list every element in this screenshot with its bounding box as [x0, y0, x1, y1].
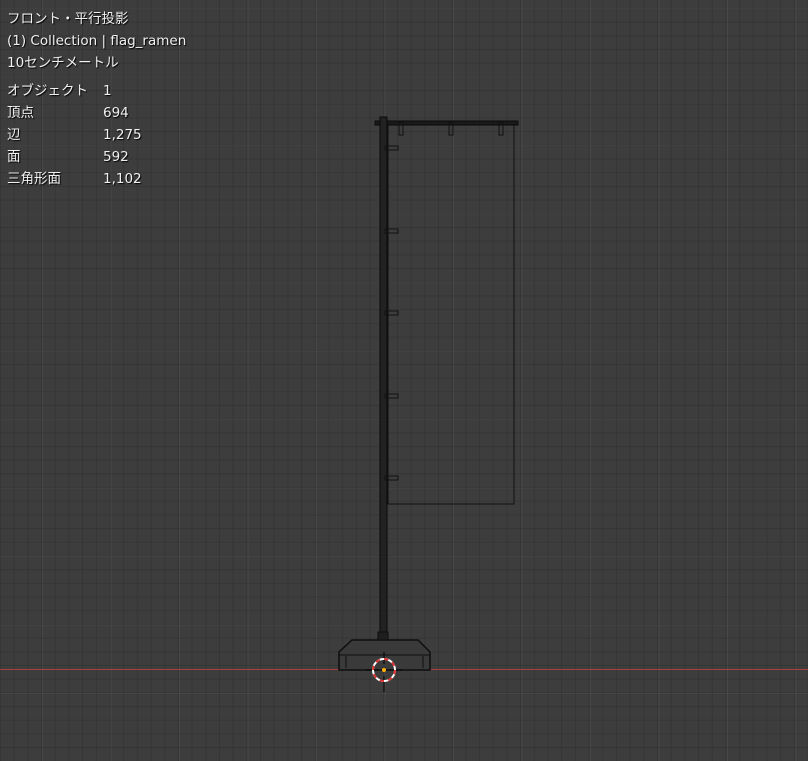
scene-statistics: オブジェクト 1 頂点 694 辺 1,275 面 592 三角形面 1,102	[7, 80, 186, 190]
stat-row: オブジェクト 1	[7, 80, 186, 102]
viewport-text-overlay: フロント・平行投影 (1) Collection | flag_ramen 10…	[7, 8, 186, 190]
banner-cloth	[387, 123, 515, 505]
stat-label: 面	[7, 149, 21, 165]
stat-value: 694	[103, 105, 129, 121]
stat-label: 辺	[7, 127, 21, 143]
pole	[379, 116, 388, 640]
stat-value: 1	[103, 83, 112, 99]
view-name: フロント・平行投影	[7, 11, 129, 27]
stat-row: 面 592	[7, 146, 186, 168]
3d-viewport[interactable]: フロント・平行投影 (1) Collection | flag_ramen 10…	[0, 0, 808, 761]
stat-value: 1,102	[103, 171, 142, 187]
stat-label: 頂点	[7, 105, 34, 121]
top-bar	[374, 120, 519, 126]
stat-row: 辺 1,275	[7, 124, 186, 146]
stat-row: 頂点 694	[7, 102, 186, 124]
grid-scale: 10センチメートル	[7, 55, 119, 71]
stat-label: オブジェクト	[7, 83, 88, 99]
weighted-base	[338, 631, 431, 671]
stat-value: 592	[103, 149, 129, 165]
stat-value: 1,275	[103, 127, 142, 143]
stat-label: 三角形面	[7, 171, 61, 187]
stat-row: 三角形面 1,102	[7, 168, 186, 190]
collection-name: (1) Collection | flag_ramen	[7, 33, 187, 49]
